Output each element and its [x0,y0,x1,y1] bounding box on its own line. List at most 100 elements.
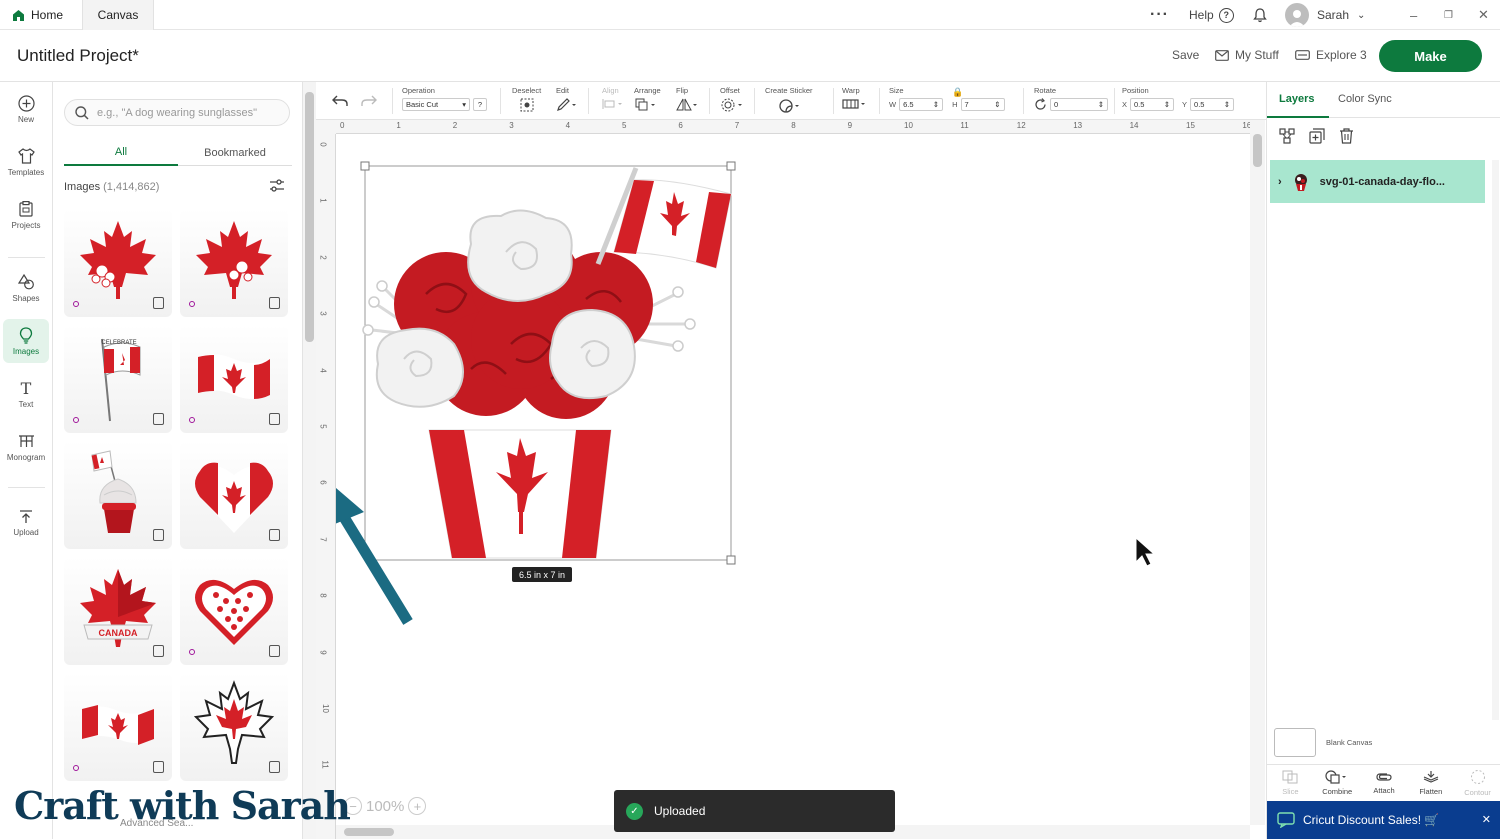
deselect-button[interactable]: Deselect [512,86,541,114]
save-button[interactable]: Save [1172,48,1199,62]
warp-button[interactable]: Warp [842,86,868,112]
image-card[interactable] [64,209,172,317]
search-field[interactable]: e.g., "A dog wearing sunglasses" [64,99,290,126]
image-card[interactable]: CANADA [64,557,172,665]
bookmark-icon[interactable] [153,297,164,309]
image-card[interactable] [180,325,288,433]
tab-home[interactable]: Home [0,0,82,30]
nav-text[interactable]: T Text [3,372,49,416]
bookmark-icon[interactable] [153,761,164,773]
nav-images[interactable]: Images [3,319,49,363]
image-card[interactable] [64,673,172,781]
image-card[interactable] [180,209,288,317]
rotate-input[interactable]: 0 ⇕ [1050,98,1108,111]
y-input[interactable]: 0.5 ⇕ [1190,98,1235,111]
bell-icon [1253,7,1267,22]
flip-button[interactable]: Flip [676,86,698,113]
height-input[interactable]: 7 ⇕ [960,98,1005,111]
nav-projects[interactable]: Projects [3,193,49,237]
help-button[interactable]: Help ? [1189,0,1234,30]
arrange-button[interactable]: Arrange [634,86,661,113]
close-promo-icon[interactable]: ✕ [1482,813,1491,826]
ruler-tick-label: 13 [1073,121,1083,130]
image-card[interactable]: CELEBRATE [64,325,172,433]
operation-help-button[interactable]: ? [473,98,487,111]
contour-label: Contour [1464,787,1491,797]
nav-shapes-label: Shapes [12,294,40,303]
ruler-left: 0 1 2 3 4 5 6 7 8 9 10 11 [316,134,336,839]
search-placeholder: e.g., "A dog wearing sunglasses" [97,106,258,119]
design-canvas[interactable] [336,134,1250,824]
tab-layers[interactable]: Layers [1279,93,1314,105]
image-card[interactable] [180,673,288,781]
chat-icon [1277,812,1295,828]
duplicate-icon[interactable] [1309,128,1325,144]
nav-upload[interactable]: Upload [3,500,49,544]
trash-icon[interactable] [1339,128,1354,144]
bookmark-icon[interactable] [153,413,164,425]
offset-button[interactable]: Offset [720,86,744,114]
align-button[interactable]: Align [602,86,624,112]
toolbar-separator [833,88,834,114]
ruler-tick-label: 4 [318,367,328,373]
bookmark-icon[interactable] [269,529,280,541]
ruler-tick-label: 4 [565,121,571,130]
blank-canvas-row[interactable]: Blank Canvas [1274,728,1372,757]
image-card[interactable] [180,557,288,665]
canvas-hscroll-thumb[interactable] [344,828,394,836]
make-button[interactable]: Make [1379,40,1482,72]
bookmark-icon[interactable] [269,645,280,657]
tab-color-sync[interactable]: Color Sync [1338,93,1392,105]
bookmark-icon[interactable] [269,413,280,425]
tab-canvas[interactable]: Canvas [82,0,154,30]
minimize-button[interactable]: – [1410,0,1417,30]
edit-button[interactable]: Edit [556,86,578,114]
chevron-right-icon[interactable]: › [1278,176,1282,188]
more-button[interactable]: ··· [1150,0,1169,30]
panel-scrollbar[interactable] [303,82,316,839]
canvas-vscroll[interactable] [1250,120,1265,825]
user-menu[interactable]: Sarah ⌄ [1285,0,1365,30]
filter-icon[interactable] [269,179,285,193]
my-stuff-button[interactable]: My Stuff [1215,48,1279,62]
undo-icon[interactable] [332,95,348,107]
notifications-button[interactable] [1253,0,1267,30]
bookmark-icon[interactable] [153,529,164,541]
help-label: Help [1189,8,1214,22]
toolbar-separator [500,88,501,114]
lock-icon[interactable]: 🔒 [952,87,963,98]
image-card[interactable] [180,441,288,549]
group-icon[interactable] [1279,128,1295,144]
x-input[interactable]: 0.5 ⇕ [1130,98,1175,111]
image-card[interactable] [64,441,172,549]
flatten-button[interactable]: Flatten [1407,765,1454,800]
contour-button[interactable]: Contour [1454,765,1500,800]
create-sticker-button[interactable]: Create Sticker [765,86,813,115]
bookmark-icon[interactable] [269,297,280,309]
layer-item[interactable]: › svg-01-canada-day-flo... [1270,160,1485,203]
nav-new[interactable]: New [3,87,49,131]
bookmark-icon[interactable] [153,645,164,657]
slice-button[interactable]: Slice [1267,765,1314,800]
tab-bookmarked[interactable]: Bookmarked [178,140,292,166]
attach-button[interactable]: Attach [1361,765,1408,800]
redo-icon[interactable] [361,95,377,107]
combine-button[interactable]: Combine [1314,765,1361,800]
design-selection[interactable] [336,134,1250,824]
zoom-in-button[interactable]: + [408,797,427,815]
machine-button[interactable]: Explore 3 [1295,48,1367,62]
panel-scroll-thumb[interactable] [305,92,314,342]
width-input[interactable]: 6.5 ⇕ [899,98,944,111]
restore-button[interactable]: ❐ [1444,0,1453,30]
nav-templates[interactable]: Templates [3,140,49,184]
operation-select[interactable]: Basic Cut ▾ [402,98,470,111]
project-title[interactable]: Untitled Project* [17,46,139,66]
bookmark-icon[interactable] [269,761,280,773]
nav-shapes[interactable]: Shapes [3,266,49,310]
tab-all[interactable]: All [64,140,178,166]
promo-banner[interactable]: Cricut Discount Sales! 🛒 ✕ [1267,801,1500,839]
nav-monogram[interactable]: Monogram [3,425,49,469]
canvas-vscroll-thumb[interactable] [1253,134,1262,167]
close-window-button[interactable]: ✕ [1478,0,1489,30]
layers-scrollbar[interactable] [1492,160,1499,720]
